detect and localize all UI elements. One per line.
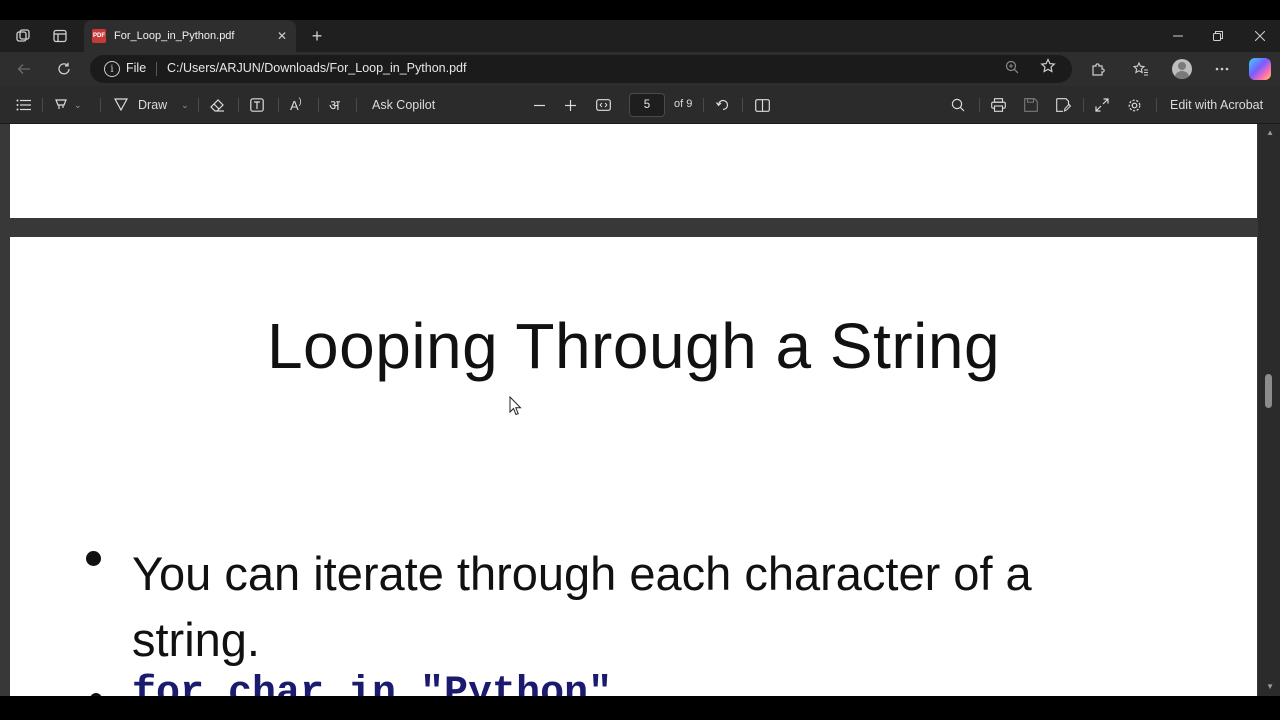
print-icon[interactable] <box>991 95 1006 115</box>
address-bar[interactable]: i File C:/Users/ARJUN/Downloads/For_Loop… <box>90 55 1072 83</box>
ask-copilot-button[interactable]: Ask Copilot <box>372 95 435 115</box>
toolbar-divider <box>1083 98 1084 112</box>
edit-with-acrobat-label: Edit with Acrobat <box>1170 98 1264 112</box>
toolbar-divider <box>42 98 43 112</box>
ask-copilot-label: Ask Copilot <box>372 98 436 112</box>
info-icon[interactable]: i <box>104 61 120 77</box>
highlighter-icon <box>54 97 68 114</box>
screen-bottom-edge <box>0 696 1280 720</box>
toolbar-divider <box>979 98 980 112</box>
toolbar-divider <box>742 98 743 112</box>
tab-actions-icon[interactable] <box>45 20 75 52</box>
url-text[interactable]: C:/Users/ARJUN/Downloads/For_Loop_in_Pyt… <box>167 61 466 75</box>
text-box-icon[interactable] <box>250 95 264 115</box>
toolbar-divider <box>703 98 704 112</box>
refresh-icon[interactable] <box>50 55 78 83</box>
address-separator <box>156 62 157 76</box>
pdf-page-current: Looping Through a String You can iterate… <box>10 237 1257 696</box>
fit-page-icon[interactable] <box>596 95 611 115</box>
zoom-out-icon[interactable] <box>534 95 545 115</box>
tab-pdf[interactable]: PDF For_Loop_in_Python.pdf ✕ <box>84 20 296 52</box>
scroll-down-icon[interactable]: ▼ <box>1266 682 1274 691</box>
toolbar-divider <box>238 98 239 112</box>
zoom-icon[interactable] <box>1005 60 1019 77</box>
slide-title: Looping Through a String <box>266 310 1001 382</box>
restore-button[interactable] <box>1198 20 1238 52</box>
page-number-input[interactable]: 5 <box>629 93 665 117</box>
toolbar-divider <box>100 98 101 112</box>
copilot-icon[interactable] <box>1249 58 1271 80</box>
page-view-icon[interactable] <box>755 95 770 115</box>
pen-icon <box>113 97 129 114</box>
pdf-toolbar: ⌄ Draw ⌄ A) अ Ask Copilot 5 of 9 Edit wi… <box>0 86 1280 124</box>
toolbar-divider <box>1156 98 1157 112</box>
bullet-text: You can iterate through each character o… <box>132 547 1032 666</box>
favorites-icon[interactable] <box>1127 55 1155 83</box>
close-window-button[interactable] <box>1240 20 1280 52</box>
bullet-point <box>86 551 101 566</box>
save-as-icon[interactable] <box>1056 95 1071 115</box>
zoom-in-icon[interactable] <box>565 95 576 115</box>
close-tab-icon[interactable]: ✕ <box>274 28 290 44</box>
toolbar-divider <box>318 98 319 112</box>
more-icon[interactable] <box>1208 55 1236 83</box>
draw-label: Draw <box>138 98 168 112</box>
settings-gear-icon[interactable] <box>1127 95 1142 115</box>
highlight-button[interactable]: ⌄ <box>54 95 82 115</box>
tab-bar: PDF For_Loop_in_Python.pdf ✕ + <box>0 20 1280 52</box>
toolbar-divider <box>356 98 357 112</box>
read-aloud-icon[interactable]: A) <box>290 95 302 115</box>
eraser-icon[interactable] <box>210 95 225 115</box>
scheme-label: File <box>126 61 147 75</box>
screen-top-edge <box>0 0 1280 20</box>
translate-icon[interactable]: अ <box>329 95 340 115</box>
workspaces-icon[interactable] <box>8 20 38 52</box>
star-icon[interactable] <box>1040 58 1056 78</box>
new-tab-button[interactable]: + <box>304 24 330 48</box>
edit-with-acrobat-button[interactable]: Edit with Acrobat <box>1170 95 1263 115</box>
code-line: for char in "Python" <box>132 671 613 696</box>
search-icon[interactable] <box>951 95 965 115</box>
pdf-file-icon: PDF <box>92 29 106 43</box>
draw-button[interactable]: Draw ⌄ <box>113 95 189 115</box>
minimize-button[interactable] <box>1158 20 1198 52</box>
navigation-bar: i File C:/Users/ARJUN/Downloads/For_Loop… <box>0 52 1280 86</box>
pdf-viewer[interactable]: Looping Through a String You can iterate… <box>0 124 1280 696</box>
pdf-page-previous <box>10 124 1257 218</box>
toolbar-divider <box>278 98 279 112</box>
scrollbar-thumb[interactable] <box>1265 374 1272 408</box>
vertical-scrollbar[interactable] <box>1258 124 1280 696</box>
tab-title: For_Loop_in_Python.pdf <box>114 30 235 42</box>
save-icon[interactable] <box>1024 95 1038 115</box>
rotate-icon[interactable] <box>716 95 730 115</box>
back-arrow-icon[interactable] <box>10 55 38 83</box>
contents-icon[interactable] <box>16 95 31 115</box>
toolbar-divider <box>198 98 199 112</box>
avatar[interactable] <box>1172 59 1192 79</box>
chevron-down-icon[interactable]: ⌄ <box>181 100 189 111</box>
page-count: of 9 <box>674 98 693 110</box>
fullscreen-icon[interactable] <box>1095 95 1109 115</box>
scroll-up-icon[interactable]: ▲ <box>1266 128 1274 137</box>
chevron-down-icon[interactable]: ⌄ <box>74 100 82 111</box>
puzzle-icon[interactable] <box>1084 55 1112 83</box>
